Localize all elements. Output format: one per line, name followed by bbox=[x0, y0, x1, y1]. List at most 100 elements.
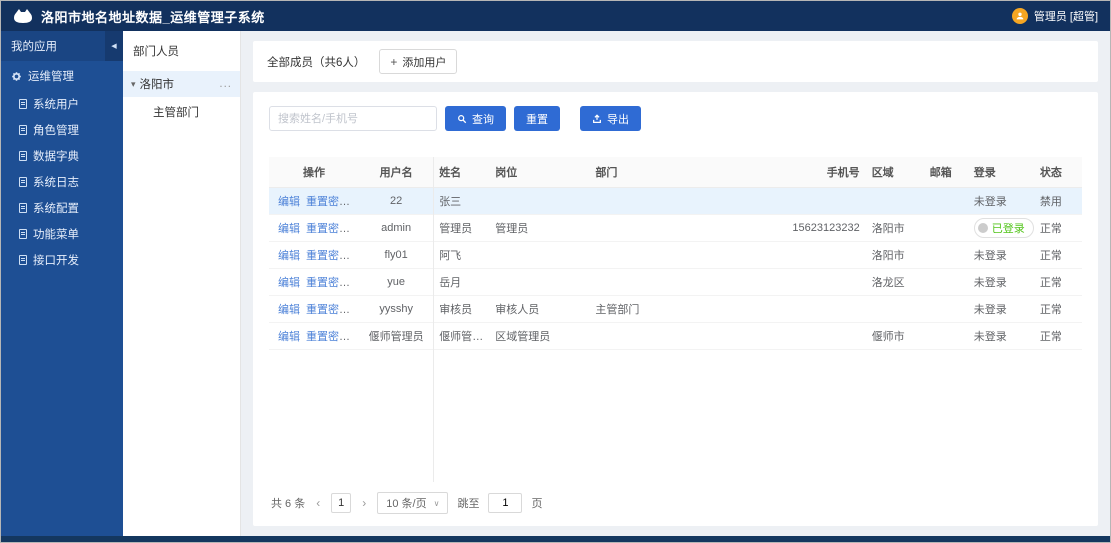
edit-link[interactable]: 编辑 bbox=[278, 196, 300, 208]
delete-link[interactable]: 删除 bbox=[356, 196, 359, 208]
add-user-button[interactable]: + 添加用户 bbox=[379, 49, 458, 74]
cell-region bbox=[865, 295, 924, 323]
table-body: 编辑重置密码删除22张三未登录禁用编辑重置密码删除admin管理员管理员1562… bbox=[269, 187, 1082, 350]
cell-region: 洛阳市 bbox=[865, 241, 924, 269]
cell-status: 正常 bbox=[1033, 241, 1082, 269]
sidebar-item-0[interactable]: 系统用户 bbox=[1, 91, 123, 117]
delete-link[interactable]: 删除 bbox=[356, 277, 359, 289]
sidebar-item-1[interactable]: 角色管理 bbox=[1, 117, 123, 143]
page-size-select[interactable]: 10 条/页 ∨ bbox=[377, 492, 449, 514]
caret-down-icon[interactable]: ▾ bbox=[131, 79, 136, 90]
column-header: 操作 bbox=[269, 157, 360, 188]
edit-link[interactable]: 编辑 bbox=[278, 331, 300, 343]
reset-password-link[interactable]: 重置密码 bbox=[306, 196, 350, 208]
department-panel: 部门人员 ▾ 洛阳市 ... 主管部门 bbox=[123, 31, 241, 536]
reset-button[interactable]: 重置 bbox=[514, 106, 560, 131]
cell-post: 区域管理员 bbox=[489, 322, 590, 350]
cell-status: 禁用 bbox=[1033, 187, 1082, 215]
jump-page-input[interactable] bbox=[488, 493, 523, 513]
cell-phone bbox=[749, 187, 866, 215]
sidebar-item-5[interactable]: 功能菜单 bbox=[1, 221, 123, 247]
cell-actions: 编辑重置密码删除 bbox=[269, 322, 360, 350]
next-page-button[interactable]: › bbox=[360, 496, 368, 510]
tree-node-city[interactable]: ▾ 洛阳市 ... bbox=[123, 71, 240, 97]
cell-login: 已登录 bbox=[967, 214, 1034, 242]
cell-email bbox=[923, 322, 968, 350]
column-header: 手机号 bbox=[749, 157, 866, 188]
column-header: 部门 bbox=[589, 157, 750, 188]
app-window: 洛阳市地名地址数据_运维管理子系统 管理员 [超管] 我的应用 ◀ 运维管理 系… bbox=[0, 0, 1111, 543]
document-icon bbox=[19, 229, 27, 239]
table-row: 编辑重置密码删除22张三 未登录禁用 bbox=[269, 187, 1082, 215]
page-number-button[interactable]: 1 bbox=[331, 493, 352, 513]
sidebar-item-6[interactable]: 接口开发 bbox=[1, 247, 123, 273]
tree-node-dept[interactable]: 主管部门 bbox=[123, 97, 240, 127]
export-button-label: 导出 bbox=[607, 113, 629, 126]
members-toolbar: 全部成员（共6人） + 添加用户 bbox=[253, 41, 1098, 82]
plus-icon: + bbox=[390, 54, 398, 69]
delete-link[interactable]: 删除 bbox=[356, 304, 359, 316]
user-menu[interactable]: 管理员 [超管] bbox=[1011, 8, 1098, 24]
total-count-label: 共 6 条 bbox=[271, 498, 306, 510]
edit-link[interactable]: 编辑 bbox=[278, 304, 300, 316]
my-apps-label: 我的应用 bbox=[11, 41, 57, 53]
prev-page-button[interactable]: ‹ bbox=[314, 496, 322, 510]
toggle-handle bbox=[977, 222, 988, 233]
sidebar-item-label: 系统日志 bbox=[33, 177, 79, 189]
cell-dept bbox=[589, 241, 750, 269]
more-options-icon[interactable]: ... bbox=[219, 78, 232, 90]
cell-login: 未登录 bbox=[967, 295, 1034, 323]
sidebar-item-2[interactable]: 数据字典 bbox=[1, 143, 123, 169]
delete-link[interactable]: 删除 bbox=[356, 250, 359, 262]
sidebar-item-label: 功能菜单 bbox=[33, 229, 79, 241]
cell-dept bbox=[589, 322, 750, 350]
edit-link[interactable]: 编辑 bbox=[278, 223, 300, 235]
sidebar-item-label: 系统配置 bbox=[33, 203, 79, 215]
page-size-value: 10 条/页 bbox=[386, 498, 427, 510]
sidebar-my-apps[interactable]: 我的应用 ◀ bbox=[1, 31, 123, 61]
search-input[interactable] bbox=[269, 106, 437, 131]
cell-phone: 15623123232 bbox=[749, 214, 866, 242]
document-icon bbox=[19, 151, 27, 161]
delete-link[interactable]: 删除 bbox=[356, 331, 359, 343]
search-icon bbox=[457, 114, 467, 124]
delete-link[interactable]: 删除 bbox=[356, 223, 359, 235]
app-title: 洛阳市地名地址数据_运维管理子系统 bbox=[41, 9, 265, 25]
column-header: 用户名 bbox=[359, 157, 434, 188]
cell-region: 洛阳市 bbox=[865, 214, 924, 242]
reset-password-link[interactable]: 重置密码 bbox=[306, 277, 350, 289]
sidebar-item-label: 角色管理 bbox=[33, 125, 79, 137]
sidebar-section-ops-management[interactable]: 运维管理 bbox=[1, 61, 123, 91]
export-icon bbox=[592, 113, 602, 124]
cell-actions: 编辑重置密码删除 bbox=[269, 295, 360, 323]
document-icon bbox=[19, 177, 27, 187]
cell-email bbox=[923, 214, 968, 242]
cell-dept: 主管部门 bbox=[589, 295, 750, 323]
cell-username: 偃师管理员 bbox=[359, 322, 434, 350]
query-button[interactable]: 查询 bbox=[445, 106, 506, 131]
table-row: 编辑重置密码删除偃师管理员偃师管理员区域管理员偃师市未登录正常 bbox=[269, 322, 1082, 350]
export-button[interactable]: 导出 bbox=[580, 106, 641, 131]
edit-link[interactable]: 编辑 bbox=[278, 250, 300, 262]
cell-login: 未登录 bbox=[967, 187, 1034, 215]
reset-password-link[interactable]: 重置密码 bbox=[306, 223, 350, 235]
collapse-sidebar-icon[interactable]: ◀ bbox=[105, 31, 123, 61]
cell-post: 管理员 bbox=[489, 214, 590, 242]
cell-phone bbox=[749, 241, 866, 269]
cell-region: 洛龙区 bbox=[865, 268, 924, 296]
brand: 洛阳市地名地址数据_运维管理子系统 bbox=[13, 7, 265, 26]
reset-password-link[interactable]: 重置密码 bbox=[306, 250, 350, 262]
edit-link[interactable]: 编辑 bbox=[278, 277, 300, 289]
sidebar-item-3[interactable]: 系统日志 bbox=[1, 169, 123, 195]
cell-email bbox=[923, 268, 968, 296]
reset-password-link[interactable]: 重置密码 bbox=[306, 304, 350, 316]
user-label: 管理员 [超管] bbox=[1033, 11, 1098, 23]
document-icon bbox=[19, 99, 27, 109]
cell-name: 审核员 bbox=[433, 295, 490, 323]
sidebar-item-4[interactable]: 系统配置 bbox=[1, 195, 123, 221]
table-row: 编辑重置密码删除yysshy审核员审核人员主管部门 未登录正常 bbox=[269, 295, 1082, 323]
reset-password-link[interactable]: 重置密码 bbox=[306, 331, 350, 343]
login-toggle[interactable]: 已登录 bbox=[973, 217, 1034, 238]
table-container: 操作用户名姓名岗位部门手机号区域邮箱登录状态 编辑重置密码删除22张三未登录禁用… bbox=[269, 157, 1082, 482]
table-row: 编辑重置密码删除fly01阿飞 洛阳市 未登录正常 bbox=[269, 241, 1082, 269]
